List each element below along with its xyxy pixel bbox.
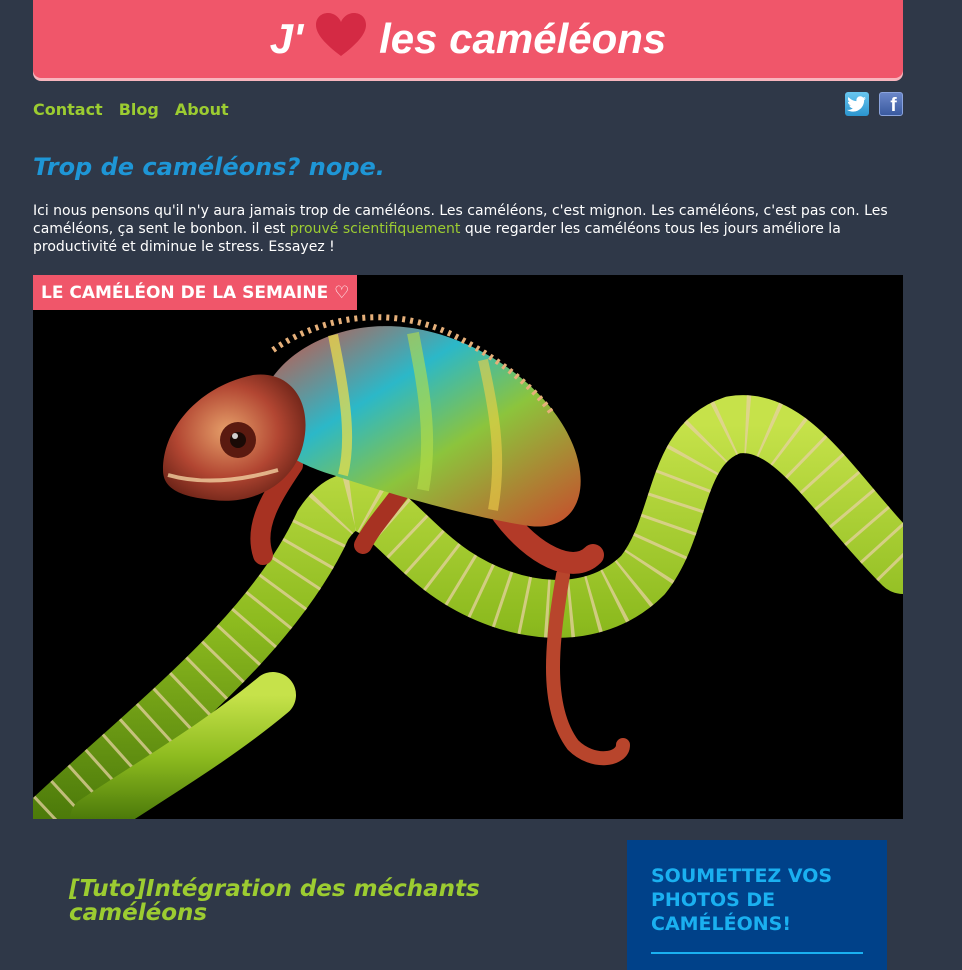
featured-chameleon: LE CAMÉLÉON DE LA SEMAINE ♡ <box>33 275 903 819</box>
site-title-prefix: J' <box>269 15 304 62</box>
main-nav: Contact Blog About <box>33 100 229 119</box>
nav-link-contact[interactable]: Contact <box>33 100 103 119</box>
heart-icon <box>316 13 367 56</box>
feature-tag: LE CAMÉLÉON DE LA SEMAINE ♡ <box>33 275 358 310</box>
blog-post-title[interactable]: [Tuto]Intégration des méchants caméléons <box>69 877 489 925</box>
twitter-button[interactable] <box>845 92 869 116</box>
chameleon-photo <box>33 314 903 819</box>
intro-heading: Trop de caméléons? nope. <box>33 153 385 181</box>
site-title-suffix: les caméléons <box>379 15 667 62</box>
site-title[interactable]: J' les caméléons <box>269 0 667 78</box>
nav-link-about[interactable]: About <box>175 100 229 119</box>
social-links: f <box>845 92 903 116</box>
facebook-button[interactable]: f <box>879 92 903 116</box>
science-link[interactable]: prouvé scientifiquement <box>290 221 461 237</box>
intro-paragraph: Ici nous pensons qu'il n'y aura jamais t… <box>33 202 903 256</box>
site-banner: J' les caméléons <box>33 0 903 78</box>
twitter-icon <box>847 96 866 112</box>
facebook-icon: f <box>890 95 897 116</box>
sidebar-divider <box>651 952 863 954</box>
submit-photos-title: SOUMETTEZ VOS PHOTOS DE CAMÉLÉONS! <box>651 865 833 935</box>
nav-link-blog[interactable]: Blog <box>119 100 159 119</box>
submit-photos-panel: SOUMETTEZ VOS PHOTOS DE CAMÉLÉONS! <box>627 840 887 970</box>
